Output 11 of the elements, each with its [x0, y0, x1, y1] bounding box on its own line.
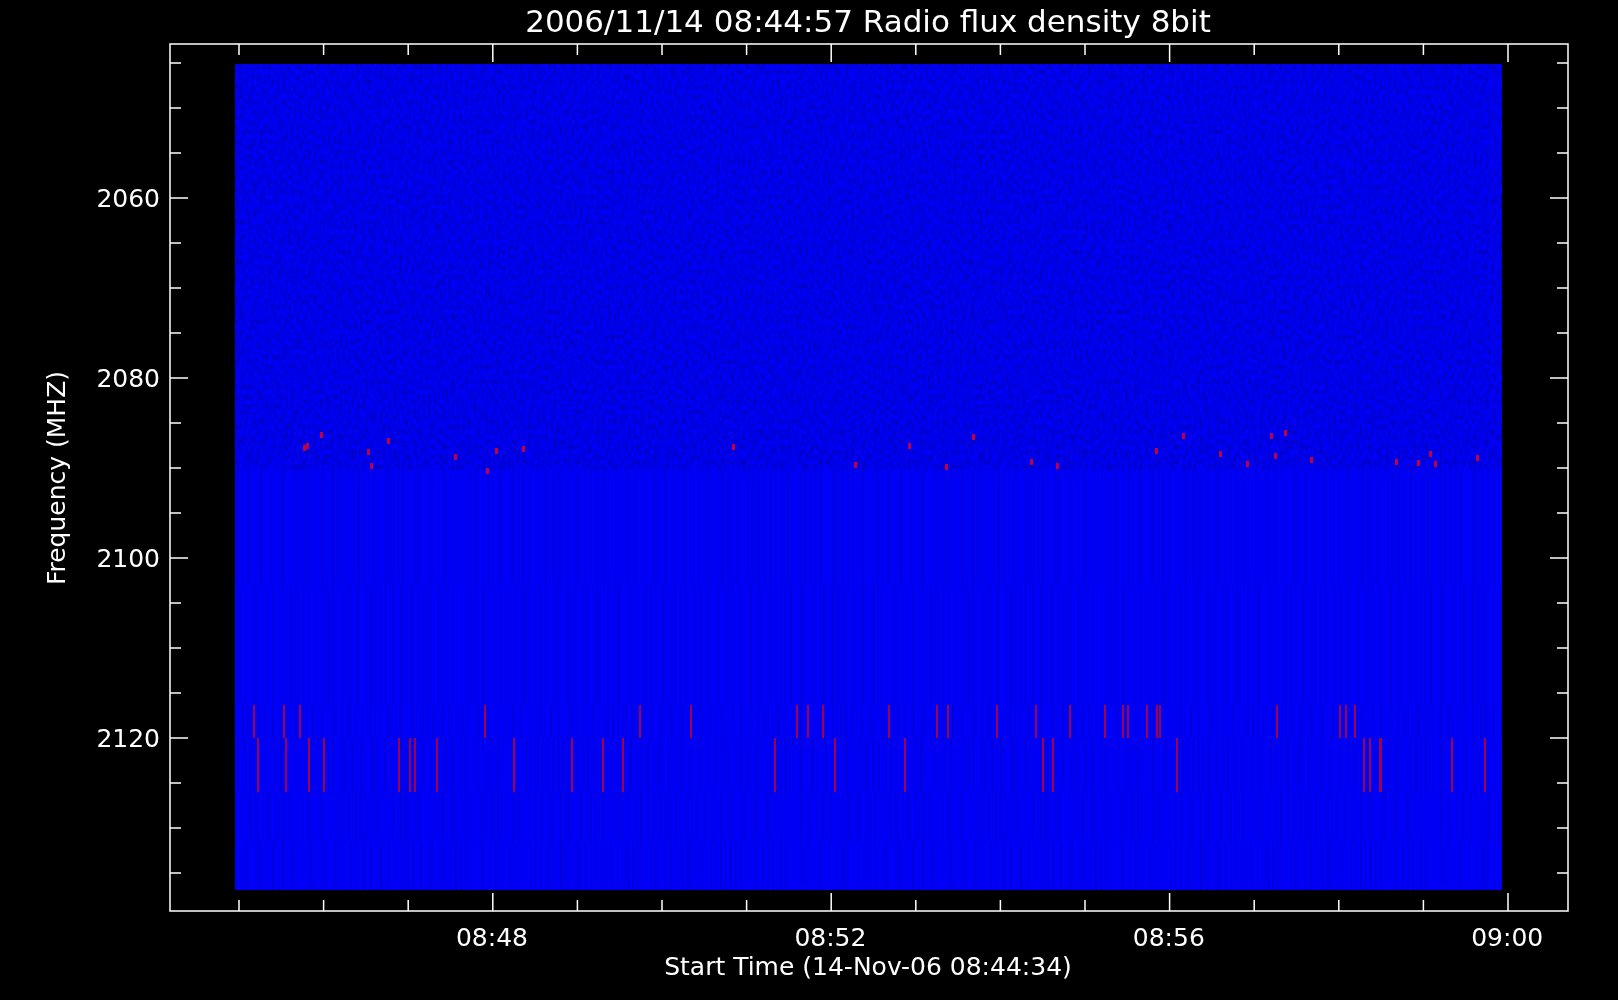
y-tick-label: 2100 [96, 544, 160, 573]
x-tick-label: 08:56 [1132, 923, 1205, 952]
x-axis-label: Start Time (14-Nov-06 08:44:34) [664, 952, 1072, 981]
y-axis-label: Frequency (MHZ) [42, 370, 71, 586]
plot-title: 2006/11/14 08:44:57 Radio flux density 8bit [525, 3, 1211, 39]
x-tick-label: 08:52 [794, 923, 867, 952]
y-tick-label: 2080 [96, 364, 160, 393]
x-tick-label: 09:00 [1471, 923, 1544, 952]
y-tick-label: 2060 [96, 184, 160, 213]
x-tick-label: 08:48 [456, 923, 528, 952]
y-tick-label: 2120 [96, 724, 160, 753]
